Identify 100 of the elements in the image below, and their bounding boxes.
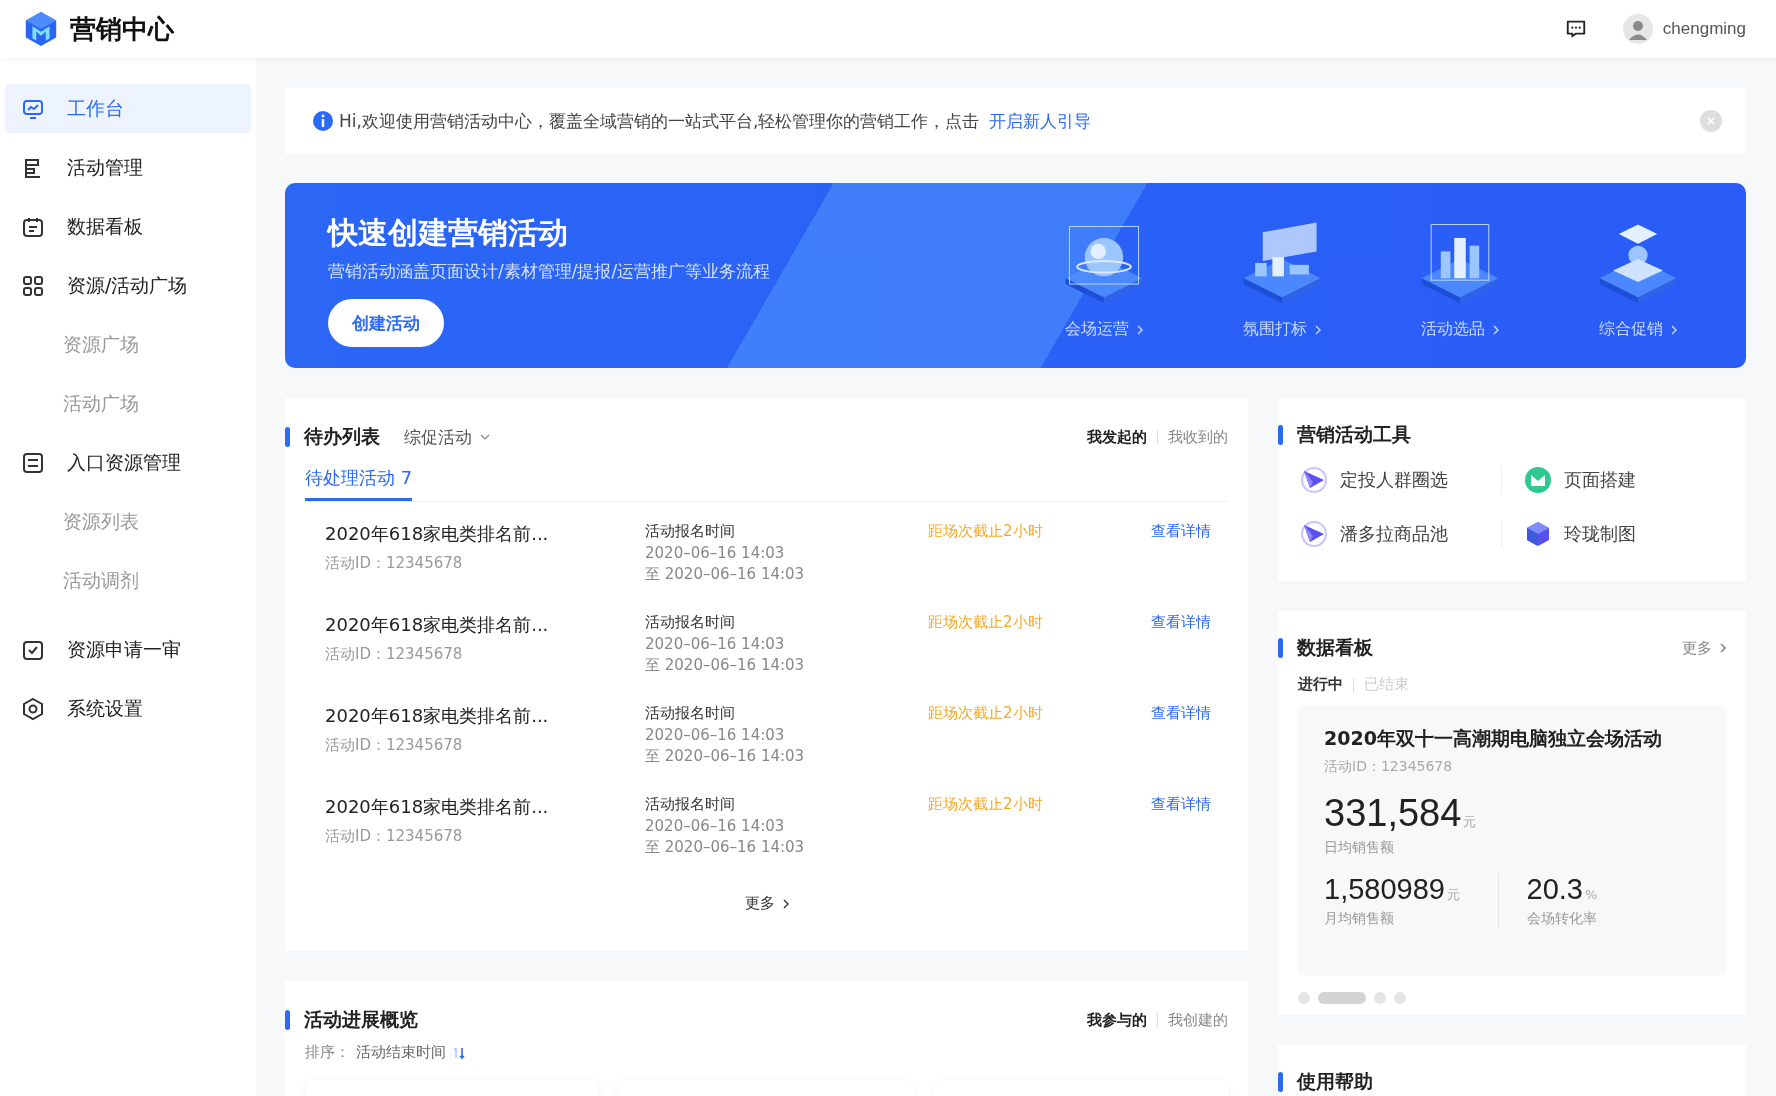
title-accent-bar — [1278, 638, 1283, 658]
chevron-icon — [1493, 324, 1499, 335]
sidebar-item[interactable]: 数据看板 — [5, 202, 251, 251]
grid-icon — [21, 273, 45, 298]
section-title: 活动进展概览 — [304, 1007, 418, 1032]
pager-dot[interactable] — [1394, 992, 1406, 1004]
stat-unit: 元 — [1446, 887, 1460, 902]
create-button[interactable]: 创建活动 — [328, 299, 444, 347]
tool-link[interactable]: 玲珑制图 — [1502, 520, 1726, 548]
stat-unit: % — [1584, 887, 1598, 902]
message-icon[interactable] — [1564, 18, 1587, 40]
sidebar-subitem[interactable]: 活动广场 — [0, 379, 256, 428]
tool-link[interactable]: 页面搭建 — [1502, 466, 1726, 494]
tab[interactable]: 待处理活动 7 — [305, 466, 413, 501]
chevron-icon — [1315, 324, 1321, 335]
activity-id: 活动ID：12345678 — [325, 554, 464, 573]
end-time: 至 2020–06–16 14:03 — [645, 656, 806, 675]
sidebar-item[interactable]: 入口资源管理 — [5, 438, 251, 487]
title-accent-bar — [1278, 1072, 1283, 1092]
paper-plane-icon — [1300, 466, 1328, 494]
activity-id: 活动ID：12345678 — [325, 736, 464, 755]
filter-dropdown[interactable]: 综促活动 — [404, 425, 490, 449]
guide-link[interactable]: 开启新人引导 — [989, 109, 1092, 133]
section-title: 营销活动工具 — [1297, 422, 1411, 447]
more-link[interactable]: 更多 — [1682, 638, 1726, 658]
notice-text: Hi,欢迎使用营销活动中心，覆盖全域营销的一站式平台,轻松管理你的营销工作，点击 — [339, 109, 980, 133]
details-link[interactable]: 查看详情 — [1151, 613, 1211, 704]
sidebar-subitem[interactable]: 资源列表 — [0, 497, 256, 546]
sidebar-item[interactable]: 资源/活动广场 — [5, 261, 251, 310]
chevron-icon — [1671, 324, 1677, 335]
sidebar-item[interactable]: 资源申请一审 — [5, 625, 251, 674]
activity-id: 活动ID：12345678 — [1324, 758, 1454, 776]
user-name[interactable]: chengming — [1662, 19, 1746, 39]
tool-link[interactable]: 定投人群圈选 — [1278, 466, 1502, 494]
tool-link[interactable]: 潘多拉商品池 — [1278, 520, 1502, 548]
stat-label: 会场转化率 — [1526, 910, 1598, 928]
details-link[interactable]: 查看详情 — [1151, 704, 1211, 795]
scope-tab[interactable]: 我创建的 — [1168, 1010, 1228, 1030]
title-accent-bar — [285, 427, 290, 447]
status-tab[interactable]: 进行中 — [1298, 675, 1343, 694]
chevron-icon — [1137, 324, 1143, 335]
sort-icon[interactable] — [452, 1045, 466, 1060]
sidebar-subitem[interactable]: 活动调剂 — [0, 556, 256, 605]
banner-subtitle: 营销活动涵盖页面设计/素材管理/提报/运营推广等业务流程 — [328, 260, 771, 283]
start-time: 2020–06–16 14:03 — [645, 544, 786, 562]
time-label: 活动报名时间 — [645, 613, 736, 632]
end-time: 至 2020–06–16 14:03 — [645, 838, 806, 857]
title-accent-bar — [1278, 425, 1283, 445]
title-accent-bar — [285, 1010, 290, 1030]
start-time: 2020–06–16 14:03 — [645, 817, 786, 835]
info-icon — [313, 111, 333, 131]
sidebar-item[interactable]: 系统设置 — [5, 684, 251, 733]
pager-dot[interactable] — [1298, 992, 1310, 1004]
cube-icon — [1524, 520, 1552, 548]
sidebar-item[interactable]: 工作台 — [5, 84, 251, 133]
shortcut-link[interactable]: 综合促销 — [1599, 319, 1677, 340]
activity-id: 活动ID：12345678 — [325, 827, 464, 846]
chevron-icon — [1720, 643, 1726, 653]
activity-name: 2020年618家电类排名前... — [325, 704, 550, 728]
scope-tab[interactable]: 我参与的 — [1087, 1010, 1147, 1030]
shortcut-link[interactable]: 活动选品 — [1421, 319, 1499, 340]
deadline-text: 距场次截止2小时 — [928, 795, 1044, 815]
avatar-icon[interactable] — [1622, 14, 1653, 44]
sort-label: 排序： — [305, 1043, 350, 1062]
stat-unit: 元 — [1463, 814, 1477, 829]
time-label: 活动报名时间 — [645, 704, 736, 723]
activity-name: 2020年双十一高潮期电脑独立会场活动 — [1324, 726, 1663, 751]
stat-value: 331,584 — [1324, 792, 1462, 834]
stat-label: 日均销售额 — [1324, 839, 1395, 857]
paper-plane-icon — [1300, 520, 1328, 548]
stat-value: 1,580989 — [1324, 873, 1445, 905]
scope-tab[interactable]: 我收到的 — [1168, 427, 1228, 447]
caret-icon — [480, 434, 490, 440]
page-builder-icon — [1524, 466, 1552, 494]
pager-dot[interactable] — [1374, 992, 1386, 1004]
section-title: 使用帮助 — [1297, 1069, 1373, 1094]
time-label: 活动报名时间 — [645, 522, 736, 541]
sidebar-subitem[interactable]: 资源广场 — [0, 320, 256, 369]
app-title: 营销中心 — [70, 12, 174, 46]
stat-label: 月均销售额 — [1324, 910, 1395, 928]
activity-name: 2020年618家电类排名前... — [325, 522, 550, 546]
scope-tab[interactable]: 我发起的 — [1087, 427, 1147, 447]
end-time: 至 2020–06–16 14:03 — [645, 565, 806, 584]
chevron-icon — [782, 898, 789, 909]
start-time: 2020–06–16 14:03 — [645, 635, 786, 653]
shortcut-link[interactable]: 会场运营 — [1065, 319, 1143, 340]
activity-id: 活动ID：12345678 — [325, 645, 464, 664]
sidebar-item[interactable]: 活动管理 — [5, 143, 251, 192]
start-time: 2020–06–16 14:03 — [645, 726, 786, 744]
list-icon — [21, 450, 45, 475]
time-label: 活动报名时间 — [645, 795, 736, 814]
settings-icon — [21, 696, 45, 721]
deadline-text: 距场次截止2小时 — [928, 522, 1044, 542]
details-link[interactable]: 查看详情 — [1151, 522, 1211, 613]
activity-name: 2020年618家电类排名前... — [325, 613, 550, 637]
more-link[interactable]: 更多 — [744, 894, 789, 913]
shortcut-link[interactable]: 氛围打标 — [1243, 319, 1321, 340]
details-link[interactable]: 查看详情 — [1151, 795, 1211, 886]
stat-value: 20.3 — [1526, 873, 1583, 905]
sort-option[interactable]: 活动结束时间 — [356, 1043, 446, 1062]
